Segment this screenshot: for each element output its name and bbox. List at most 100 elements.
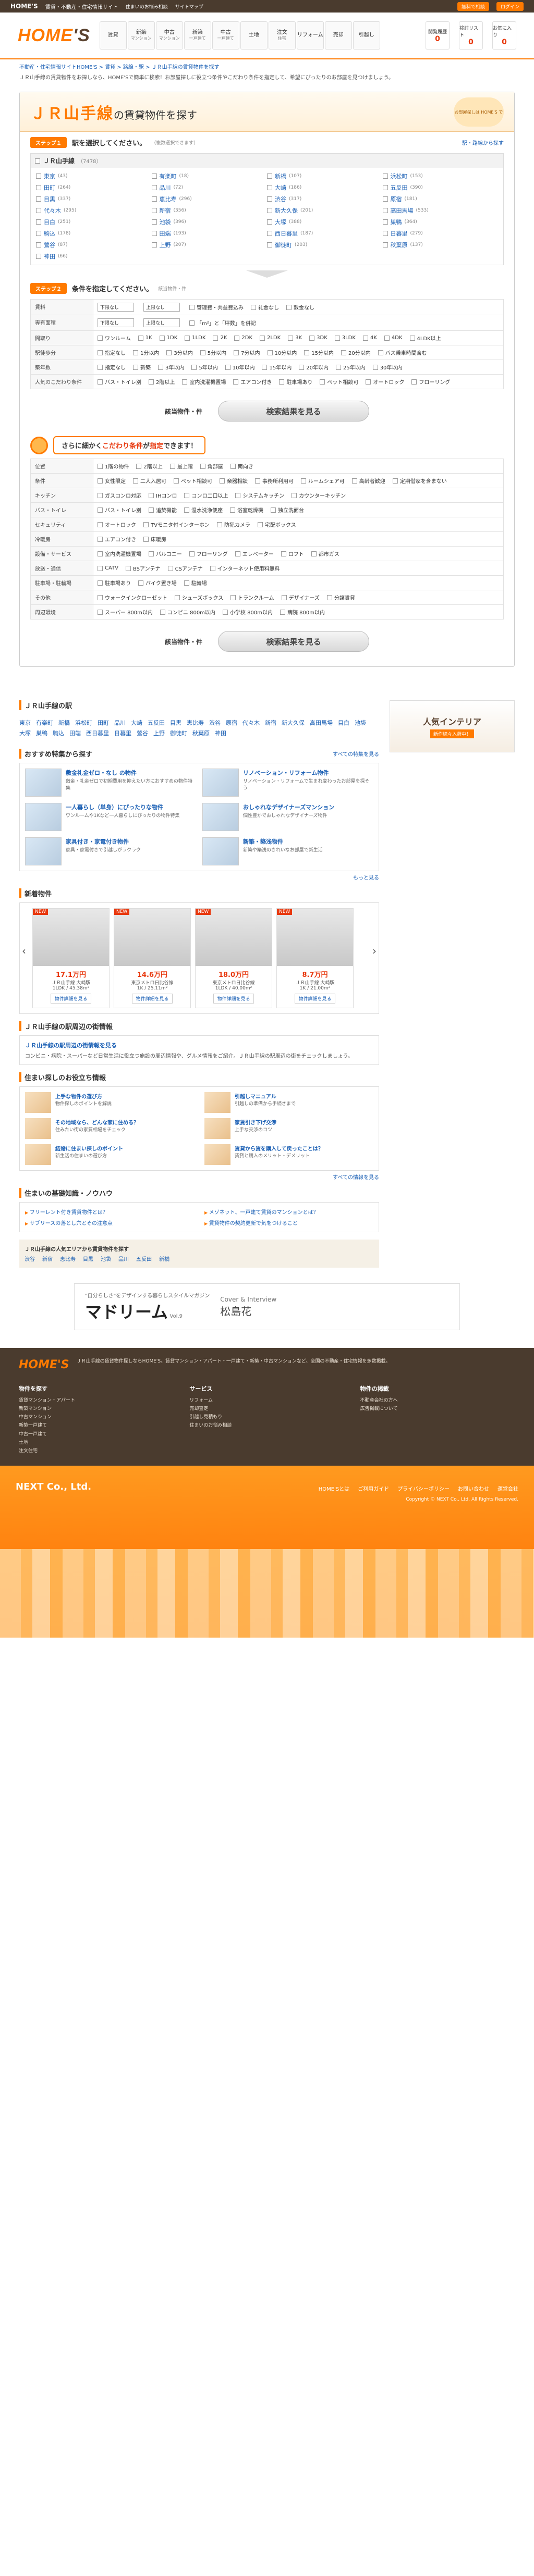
- property-detail-button[interactable]: 物件詳細を見る: [213, 994, 254, 1004]
- option-checkbox[interactable]: [326, 595, 332, 600]
- new-item-card[interactable]: NEW 14.6万円 東京メトロ日比谷線 1K / 25.11m² 物件詳細を見る: [114, 908, 191, 1008]
- station-link[interactable]: 大崎: [131, 719, 142, 727]
- station-item[interactable]: 新宿 (356): [151, 206, 268, 215]
- feature-card[interactable]: おしゃれなデザイナーズマンション 個性豊かでおしゃれなデザイナーズ物件: [202, 803, 373, 831]
- condition-option[interactable]: CATV: [98, 565, 118, 571]
- station-link[interactable]: 西日暮里: [86, 729, 109, 737]
- station-checkbox[interactable]: [267, 242, 272, 247]
- nav-land[interactable]: 土地: [240, 21, 268, 49]
- feature-card[interactable]: 新築・築浅物件 新築や築浅のきれいなお部屋で新生活: [202, 837, 373, 865]
- nav-moving[interactable]: 引越し: [353, 21, 380, 49]
- condition-select[interactable]: 上限なし: [143, 303, 180, 312]
- popular-link[interactable]: 新宿: [42, 1255, 53, 1262]
- option-checkbox[interactable]: [320, 379, 325, 385]
- condition-option[interactable]: 指定なし: [98, 349, 126, 356]
- footer-logo[interactable]: HOME'S: [19, 1358, 69, 1371]
- option-checkbox[interactable]: [175, 595, 180, 600]
- condition-option[interactable]: ルームシェア可: [301, 477, 345, 485]
- option-checkbox[interactable]: [143, 522, 149, 527]
- condition-option[interactable]: インターネット使用料無料: [210, 564, 280, 572]
- station-link[interactable]: 代々木: [242, 719, 260, 727]
- footer-link[interactable]: リフォーム: [189, 1396, 344, 1405]
- station-checkbox[interactable]: [151, 185, 157, 190]
- condition-option[interactable]: 女性限定: [98, 477, 126, 485]
- footer-bottom-link[interactable]: お問い合わせ: [458, 1484, 489, 1492]
- feature-title[interactable]: 新築・築浅物件: [243, 837, 323, 846]
- station-checkbox[interactable]: [382, 196, 388, 202]
- option-checkbox[interactable]: [213, 335, 219, 341]
- news-title[interactable]: 上手な物件の選び方: [55, 1092, 112, 1100]
- option-checkbox[interactable]: [98, 565, 103, 571]
- station-link[interactable]: 恵比寿: [187, 719, 204, 727]
- property-detail-button[interactable]: 物件詳細を見る: [51, 994, 91, 1004]
- option-checkbox[interactable]: [311, 551, 317, 556]
- breadcrumb[interactable]: 不動産・住宅情報サイトHOME'S > 賃貸 > 路線・駅 > ＪＲ山手線の賃貸…: [19, 64, 515, 72]
- option-checkbox[interactable]: [133, 364, 138, 370]
- option-checkbox[interactable]: [98, 580, 103, 586]
- option-checkbox[interactable]: [235, 492, 241, 498]
- station-link[interactable]: 大塚: [19, 729, 31, 737]
- station-checkbox[interactable]: [151, 208, 157, 213]
- nav-new-house[interactable]: 新築 一戸建て: [184, 21, 211, 49]
- checklist-icon[interactable]: 検討リスト 0: [459, 21, 483, 49]
- condition-option[interactable]: 追焚機能: [149, 506, 177, 514]
- footer-link[interactable]: 賃貸マンション・アパート: [19, 1396, 174, 1405]
- feature-card[interactable]: 家具付き・家電付き物件 家具・家電付きで引越しがラクラク: [25, 837, 196, 865]
- condition-option[interactable]: 15年以内: [262, 363, 292, 371]
- condition-option[interactable]: 最上階: [169, 462, 193, 470]
- condition-option[interactable]: 礼金なし: [251, 303, 279, 311]
- station-link[interactable]: 田端: [69, 729, 81, 737]
- market-link[interactable]: ＪＲ山手線の駅周辺の街情報を見る: [25, 1041, 373, 1049]
- condition-option[interactable]: 1K: [138, 335, 152, 341]
- footer-bottom-link[interactable]: ご利用ガイド: [358, 1484, 389, 1492]
- option-checkbox[interactable]: [220, 478, 225, 484]
- homes-logo[interactable]: HOME'S: [18, 26, 90, 46]
- option-checkbox[interactable]: [260, 335, 265, 341]
- condition-option[interactable]: TVモニタ付インターホン: [143, 521, 210, 528]
- condition-option[interactable]: バス乗車時間含む: [378, 349, 427, 356]
- station-link[interactable]: 原宿: [226, 719, 237, 727]
- option-checkbox[interactable]: [189, 551, 195, 556]
- condition-option[interactable]: 1分以内: [133, 349, 159, 356]
- condition-option[interactable]: シューズボックス: [175, 593, 223, 601]
- station-item[interactable]: 代々木 (295): [36, 206, 152, 215]
- condition-option[interactable]: 3LDK: [334, 335, 356, 341]
- option-checkbox[interactable]: [251, 304, 256, 310]
- option-checkbox[interactable]: [335, 364, 341, 370]
- topbar-login-button[interactable]: ログイン: [496, 2, 524, 11]
- condition-option[interactable]: 室内洗濯機置場: [182, 378, 226, 386]
- option-checkbox[interactable]: [184, 492, 190, 498]
- popular-link[interactable]: 渋谷: [25, 1255, 35, 1262]
- condition-option[interactable]: ワンルーム: [98, 334, 131, 342]
- condition-option[interactable]: 2K: [213, 335, 227, 341]
- station-checkbox[interactable]: [36, 208, 41, 213]
- condition-option[interactable]: 25年以内: [335, 363, 366, 371]
- step1-link[interactable]: 駅・路線から探す: [462, 139, 504, 146]
- station-item[interactable]: 五反田 (390): [382, 183, 499, 192]
- condition-option[interactable]: ペット相談可: [320, 378, 358, 386]
- option-checkbox[interactable]: [98, 463, 103, 469]
- option-checkbox[interactable]: [167, 565, 173, 571]
- station-link[interactable]: 渋谷: [209, 719, 221, 727]
- condition-select[interactable]: 下限なし: [98, 318, 134, 327]
- station-checkbox[interactable]: [267, 219, 272, 225]
- condition-option[interactable]: 15分以内: [304, 349, 334, 356]
- magazine-ad-banner[interactable]: "自分らしさ"をデザインする暮らしスタイルマガジン マドリーム Vol.9 Co…: [74, 1283, 460, 1330]
- condition-select[interactable]: 上限なし: [143, 318, 180, 327]
- station-item[interactable]: 上野 (207): [151, 241, 268, 249]
- news-title[interactable]: 結婚に住まい探しのポイント: [55, 1144, 123, 1152]
- feature-card[interactable]: 敷金礼金ゼロ・なし の物件 敷金・礼金ゼロで初期費用を抑えたい方におすすめの物件特…: [25, 769, 196, 797]
- topbar-link-sitemap[interactable]: サイトマップ: [175, 3, 203, 10]
- condition-option[interactable]: BSアンテナ: [126, 564, 161, 572]
- condition-option[interactable]: バイク置き場: [138, 579, 177, 587]
- station-item[interactable]: 高田馬場 (533): [382, 206, 499, 215]
- station-link[interactable]: 目白: [338, 719, 349, 727]
- option-checkbox[interactable]: [98, 595, 103, 600]
- station-item[interactable]: 西日暮里 (187): [267, 229, 383, 238]
- station-checkbox[interactable]: [382, 208, 388, 213]
- footer-link[interactable]: 引越し見積もり: [189, 1413, 344, 1421]
- station-checkbox[interactable]: [151, 219, 157, 225]
- popular-link[interactable]: 恵比寿: [60, 1255, 76, 1262]
- new-item-card[interactable]: NEW 17.1万円 ＪＲ山手線 大崎駅 1LDK / 45.38m² 物件詳細を見る: [32, 908, 110, 1008]
- option-checkbox[interactable]: [309, 335, 315, 341]
